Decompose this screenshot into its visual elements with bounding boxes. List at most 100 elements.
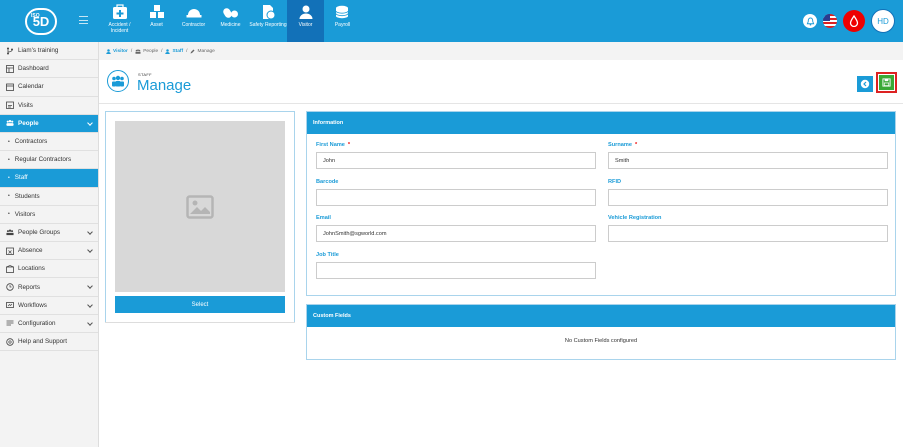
workflows-icon	[6, 301, 14, 309]
sidebar-item-visits[interactable]: Visits	[0, 97, 98, 115]
module-contractor[interactable]: Contractor	[175, 0, 212, 42]
visits-icon	[6, 101, 14, 110]
us-flag-language-icon[interactable]	[823, 14, 837, 28]
sidebar-item-reports[interactable]: Reports	[0, 278, 98, 297]
pencil-icon	[190, 49, 195, 53]
custom-fields-card: Custom Fields No Custom Fields configure…	[306, 304, 896, 360]
required-marker: *	[634, 142, 638, 148]
sidebar-item-dashboard[interactable]: Dashboard	[0, 60, 98, 79]
sidebar-item-help-and-support[interactable]: Help and Support	[0, 333, 98, 352]
breadcrumb-visitor[interactable]: Visitor	[106, 49, 128, 54]
menu-toggle-icon[interactable]	[79, 16, 88, 25]
people-icon	[6, 119, 14, 127]
barcode-input[interactable]	[316, 189, 596, 206]
chevron-down-icon	[87, 119, 93, 126]
sidebar-item-liams-training[interactable]: Liam's training	[0, 42, 98, 61]
photo-card-divider	[105, 322, 295, 324]
rfid-input[interactable]	[608, 189, 888, 206]
back-button[interactable]	[857, 76, 873, 92]
top-right-tools: HD	[803, 9, 895, 33]
logo[interactable]: ISO 5D	[25, 8, 57, 35]
vehicle-registration-label: Vehicle Registration	[608, 215, 662, 221]
custom-fields-title: Custom Fields	[307, 305, 895, 327]
surname-input[interactable]	[608, 152, 888, 169]
arrow-left-circle-icon	[860, 79, 870, 89]
sidebar-item-staff[interactable]: Staff	[0, 169, 98, 188]
breadcrumb-label: Staff	[172, 48, 184, 54]
breadcrumb-manage: Manage	[190, 49, 215, 54]
select-photo-button[interactable]: Select	[115, 296, 285, 313]
chevron-down-icon	[87, 247, 93, 253]
vehicle-registration-field: Vehicle Registration	[608, 215, 888, 242]
sidebar-item-label: Workflows	[18, 301, 47, 309]
chevron-down-icon	[87, 319, 93, 326]
logo-sup: ISO	[31, 13, 40, 19]
breadcrumb-separator: /	[130, 48, 133, 54]
notifications-bell-icon[interactable]	[803, 14, 817, 28]
barcode-label: Barcode	[316, 179, 339, 185]
sidebar-item-workflows[interactable]: Workflows	[0, 297, 98, 315]
sidebar-item-people[interactable]: People	[0, 114, 98, 133]
module-medicine[interactable]: Medicine	[212, 0, 249, 42]
sidebar-item-configuration[interactable]: Configuration	[0, 315, 98, 333]
sidebar-item-label: Locations	[18, 265, 45, 273]
page-title: Manage	[137, 77, 192, 94]
sidebar-item-regular-contractors[interactable]: Regular Contractors	[0, 151, 98, 170]
breadcrumb-people[interactable]: People	[135, 49, 158, 54]
information-card: Information First Name* Surname* Barcode…	[306, 111, 896, 296]
breadcrumb-label: Visitor	[113, 48, 128, 54]
breadcrumb-staff[interactable]: Staff	[165, 49, 183, 54]
rfid-field: RFID	[608, 179, 888, 206]
module-accident-incident[interactable]: Accident / Incident	[101, 0, 138, 42]
required-marker: *	[347, 142, 351, 148]
module-safety-reporting[interactable]: Safety Reporting	[249, 0, 287, 42]
sidebar-item-label: Configuration	[18, 319, 56, 327]
module-label: Safety Reporting	[249, 22, 287, 28]
surname-label: Surname *	[608, 142, 888, 148]
sidebar-item-label: Contractors	[14, 138, 48, 146]
chevron-down-icon	[87, 229, 93, 235]
vehicle-registration-input[interactable]	[608, 225, 888, 242]
asset-icon	[149, 4, 165, 20]
save-button[interactable]	[876, 72, 897, 93]
sidebar-item-people-groups[interactable]: People Groups	[0, 224, 98, 243]
module-label: Payroll	[334, 22, 351, 28]
information-card-title: Information	[307, 112, 895, 134]
sidebar-item-absence[interactable]: Absence	[0, 242, 98, 261]
sidebar-item-contractors[interactable]: Contractors	[0, 133, 98, 152]
module-asset[interactable]: Asset	[138, 0, 175, 42]
job-title-input[interactable]	[316, 262, 596, 279]
first-name-input[interactable]	[316, 152, 596, 169]
job-title-label: Job Title	[316, 252, 339, 258]
calendar-icon	[6, 83, 14, 91]
sidebar-item-label: Dashboard	[18, 65, 49, 73]
module-label: Asset	[150, 22, 163, 28]
email-input[interactable]	[316, 225, 596, 242]
sidebar-item-visitors[interactable]: Visitors	[0, 206, 98, 224]
sidebar-item-calendar[interactable]: Calendar	[0, 78, 98, 97]
sidebar-item-label: Visits	[18, 101, 33, 109]
module-label: Visitor	[298, 22, 313, 28]
module-payroll[interactable]: Payroll	[324, 0, 361, 42]
sidebar-item-label: Students	[14, 192, 40, 200]
sidebar: Liam's training Dashboard Calendar Visit…	[0, 42, 99, 447]
config-icon	[6, 319, 14, 327]
module-visitor[interactable]: Visitor	[287, 0, 324, 42]
sidebar-item-locations[interactable]: Locations	[0, 260, 98, 279]
sidebar-item-label: Visitors	[14, 210, 36, 218]
photo-card: Select	[105, 111, 295, 323]
user-avatar[interactable]: HD	[871, 9, 895, 33]
branch-icon	[6, 47, 14, 55]
sidebar-item-label: Regular Contractors	[14, 156, 72, 164]
sidebar-item-label: Staff	[14, 174, 28, 182]
staff-group-icon	[107, 70, 129, 92]
blood-drop-icon[interactable]	[843, 10, 865, 32]
rfid-label: RFID	[608, 179, 622, 185]
module-label: Medicine	[220, 22, 241, 28]
surname-field: Surname *	[608, 142, 888, 169]
help-icon	[6, 337, 14, 346]
sidebar-item-label: People Groups	[18, 228, 61, 236]
sidebar-item-label: Help and Support	[18, 338, 68, 346]
sidebar-item-students[interactable]: Students	[0, 188, 98, 206]
sidebar-item-label: People	[18, 119, 39, 127]
